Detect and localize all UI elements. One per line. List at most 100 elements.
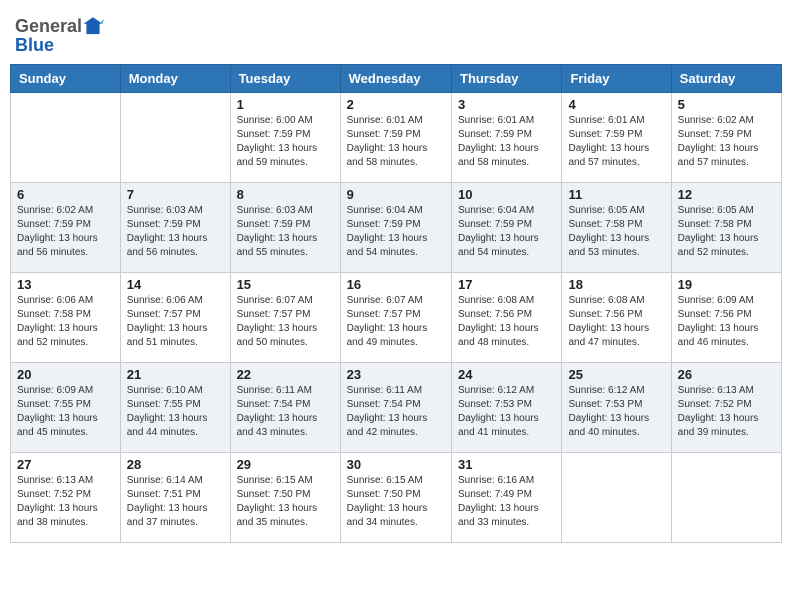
logo-bird-icon bbox=[82, 15, 104, 37]
day-info: Sunrise: 6:13 AM Sunset: 7:52 PM Dayligh… bbox=[17, 474, 114, 530]
day-number: 24 bbox=[458, 367, 555, 382]
day-info: Sunrise: 6:06 AM Sunset: 7:58 PM Dayligh… bbox=[17, 294, 114, 350]
day-info: Sunrise: 6:12 AM Sunset: 7:53 PM Dayligh… bbox=[568, 384, 664, 440]
day-number: 13 bbox=[17, 277, 114, 292]
day-cell: 12 Sunrise: 6:05 AM Sunset: 7:58 PM Dayli… bbox=[671, 183, 781, 273]
day-cell: 7 Sunrise: 6:03 AM Sunset: 7:59 PM Daylig… bbox=[120, 183, 230, 273]
day-header-saturday: Saturday bbox=[671, 65, 781, 93]
day-info: Sunrise: 6:03 AM Sunset: 7:59 PM Dayligh… bbox=[127, 204, 224, 260]
day-cell bbox=[562, 453, 671, 543]
day-cell: 23 Sunrise: 6:11 AM Sunset: 7:54 PM Dayli… bbox=[340, 363, 451, 453]
day-number: 28 bbox=[127, 457, 224, 472]
day-number: 27 bbox=[17, 457, 114, 472]
day-cell: 19 Sunrise: 6:09 AM Sunset: 7:56 PM Dayli… bbox=[671, 273, 781, 363]
day-cell: 14Sunrise: 6:06 AM Sunset: 7:57 PM Dayli… bbox=[120, 273, 230, 363]
day-info: Sunrise: 6:09 AM Sunset: 7:55 PM Dayligh… bbox=[17, 384, 114, 440]
day-cell: 13 Sunrise: 6:06 AM Sunset: 7:58 PM Dayli… bbox=[11, 273, 121, 363]
day-info: Sunrise: 6:16 AM Sunset: 7:49 PM Dayligh… bbox=[458, 474, 555, 530]
day-info: Sunrise: 6:15 AM Sunset: 7:50 PM Dayligh… bbox=[237, 474, 334, 530]
day-cell: 24 Sunrise: 6:12 AM Sunset: 7:53 PM Dayli… bbox=[452, 363, 562, 453]
day-cell: 15 Sunrise: 6:07 AM Sunset: 7:57 PM Dayli… bbox=[230, 273, 340, 363]
day-number: 30 bbox=[347, 457, 445, 472]
day-cell: 10Sunrise: 6:04 AM Sunset: 7:59 PM Dayli… bbox=[452, 183, 562, 273]
day-info: Sunrise: 6:14 AM Sunset: 7:51 PM Dayligh… bbox=[127, 474, 224, 530]
day-cell: 8 Sunrise: 6:03 AM Sunset: 7:59 PM Daylig… bbox=[230, 183, 340, 273]
day-number: 6 bbox=[17, 187, 114, 202]
day-info: Sunrise: 6:01 AM Sunset: 7:59 PM Dayligh… bbox=[458, 114, 555, 170]
day-number: 22 bbox=[237, 367, 334, 382]
day-cell: 22 Sunrise: 6:11 AM Sunset: 7:54 PM Dayli… bbox=[230, 363, 340, 453]
day-info: Sunrise: 6:07 AM Sunset: 7:57 PM Dayligh… bbox=[237, 294, 334, 350]
day-info: Sunrise: 6:02 AM Sunset: 7:59 PM Dayligh… bbox=[678, 114, 775, 170]
day-number: 2 bbox=[347, 97, 445, 112]
day-cell: 31 Sunrise: 6:16 AM Sunset: 7:49 PM Dayli… bbox=[452, 453, 562, 543]
day-number: 23 bbox=[347, 367, 445, 382]
day-cell: 20 Sunrise: 6:09 AM Sunset: 7:55 PM Dayli… bbox=[11, 363, 121, 453]
day-info: Sunrise: 6:13 AM Sunset: 7:52 PM Dayligh… bbox=[678, 384, 775, 440]
day-number: 20 bbox=[17, 367, 114, 382]
day-info: Sunrise: 6:07 AM Sunset: 7:57 PM Dayligh… bbox=[347, 294, 445, 350]
day-cell: 1Sunrise: 6:00 AM Sunset: 7:59 PM Daylig… bbox=[230, 93, 340, 183]
week-row-4: 20 Sunrise: 6:09 AM Sunset: 7:55 PM Dayli… bbox=[11, 363, 782, 453]
day-number: 31 bbox=[458, 457, 555, 472]
day-number: 15 bbox=[237, 277, 334, 292]
day-info: Sunrise: 6:05 AM Sunset: 7:58 PM Dayligh… bbox=[678, 204, 775, 260]
day-cell: 5 Sunrise: 6:02 AM Sunset: 7:59 PM Daylig… bbox=[671, 93, 781, 183]
day-info: Sunrise: 6:04 AM Sunset: 7:59 PM Dayligh… bbox=[458, 204, 555, 260]
day-cell: 27 Sunrise: 6:13 AM Sunset: 7:52 PM Dayli… bbox=[11, 453, 121, 543]
week-row-2: 6 Sunrise: 6:02 AM Sunset: 7:59 PM Daylig… bbox=[11, 183, 782, 273]
day-number: 17 bbox=[458, 277, 555, 292]
day-info: Sunrise: 6:11 AM Sunset: 7:54 PM Dayligh… bbox=[347, 384, 445, 440]
day-cell: 17Sunrise: 6:08 AM Sunset: 7:56 PM Dayli… bbox=[452, 273, 562, 363]
day-cell: 16Sunrise: 6:07 AM Sunset: 7:57 PM Dayli… bbox=[340, 273, 451, 363]
day-number: 1 bbox=[237, 97, 334, 112]
day-cell: 21Sunrise: 6:10 AM Sunset: 7:55 PM Dayli… bbox=[120, 363, 230, 453]
logo-general-text: General bbox=[15, 16, 82, 37]
day-cell: 6 Sunrise: 6:02 AM Sunset: 7:59 PM Daylig… bbox=[11, 183, 121, 273]
day-cell: 4 Sunrise: 6:01 AM Sunset: 7:59 PM Daylig… bbox=[562, 93, 671, 183]
day-info: Sunrise: 6:05 AM Sunset: 7:58 PM Dayligh… bbox=[568, 204, 664, 260]
day-number: 4 bbox=[568, 97, 664, 112]
day-info: Sunrise: 6:08 AM Sunset: 7:56 PM Dayligh… bbox=[568, 294, 664, 350]
day-number: 8 bbox=[237, 187, 334, 202]
day-number: 12 bbox=[678, 187, 775, 202]
day-cell: 26 Sunrise: 6:13 AM Sunset: 7:52 PM Dayli… bbox=[671, 363, 781, 453]
week-row-3: 13 Sunrise: 6:06 AM Sunset: 7:58 PM Dayli… bbox=[11, 273, 782, 363]
day-info: Sunrise: 6:12 AM Sunset: 7:53 PM Dayligh… bbox=[458, 384, 555, 440]
day-cell: 28 Sunrise: 6:14 AM Sunset: 7:51 PM Dayli… bbox=[120, 453, 230, 543]
day-header-friday: Friday bbox=[562, 65, 671, 93]
day-number: 5 bbox=[678, 97, 775, 112]
week-row-1: 1Sunrise: 6:00 AM Sunset: 7:59 PM Daylig… bbox=[11, 93, 782, 183]
day-number: 11 bbox=[568, 187, 664, 202]
day-cell: 3Sunrise: 6:01 AM Sunset: 7:59 PM Daylig… bbox=[452, 93, 562, 183]
day-info: Sunrise: 6:06 AM Sunset: 7:57 PM Dayligh… bbox=[127, 294, 224, 350]
day-cell: 9Sunrise: 6:04 AM Sunset: 7:59 PM Daylig… bbox=[340, 183, 451, 273]
day-number: 26 bbox=[678, 367, 775, 382]
day-cell: 11 Sunrise: 6:05 AM Sunset: 7:58 PM Dayli… bbox=[562, 183, 671, 273]
day-info: Sunrise: 6:11 AM Sunset: 7:54 PM Dayligh… bbox=[237, 384, 334, 440]
day-header-sunday: Sunday bbox=[11, 65, 121, 93]
day-number: 18 bbox=[568, 277, 664, 292]
day-header-thursday: Thursday bbox=[452, 65, 562, 93]
day-cell bbox=[120, 93, 230, 183]
day-number: 9 bbox=[347, 187, 445, 202]
day-number: 19 bbox=[678, 277, 775, 292]
day-cell bbox=[11, 93, 121, 183]
logo-blue-text: Blue bbox=[15, 35, 54, 56]
logo: GeneralBlue bbox=[15, 15, 104, 56]
day-number: 25 bbox=[568, 367, 664, 382]
day-cell bbox=[671, 453, 781, 543]
day-header-wednesday: Wednesday bbox=[340, 65, 451, 93]
day-info: Sunrise: 6:09 AM Sunset: 7:56 PM Dayligh… bbox=[678, 294, 775, 350]
week-row-5: 27 Sunrise: 6:13 AM Sunset: 7:52 PM Dayli… bbox=[11, 453, 782, 543]
day-info: Sunrise: 6:03 AM Sunset: 7:59 PM Dayligh… bbox=[237, 204, 334, 260]
day-number: 7 bbox=[127, 187, 224, 202]
day-header-tuesday: Tuesday bbox=[230, 65, 340, 93]
days-header-row: SundayMondayTuesdayWednesdayThursdayFrid… bbox=[11, 65, 782, 93]
day-number: 21 bbox=[127, 367, 224, 382]
day-info: Sunrise: 6:01 AM Sunset: 7:59 PM Dayligh… bbox=[347, 114, 445, 170]
day-header-monday: Monday bbox=[120, 65, 230, 93]
day-info: Sunrise: 6:02 AM Sunset: 7:59 PM Dayligh… bbox=[17, 204, 114, 260]
day-info: Sunrise: 6:01 AM Sunset: 7:59 PM Dayligh… bbox=[568, 114, 664, 170]
day-cell: 30Sunrise: 6:15 AM Sunset: 7:50 PM Dayli… bbox=[340, 453, 451, 543]
